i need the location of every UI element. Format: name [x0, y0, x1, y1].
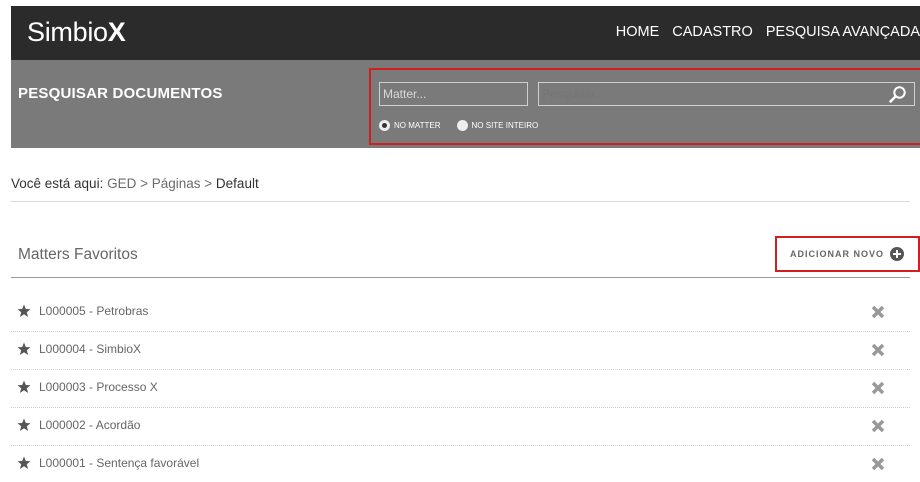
list-item[interactable]: L000004 - SimbioX — [11, 332, 910, 370]
divider — [11, 201, 910, 202]
query-field — [538, 82, 915, 106]
breadcrumb-path[interactable]: GED > Páginas > — [107, 176, 212, 191]
search-icon[interactable] — [888, 85, 908, 105]
list-item-label[interactable]: L000002 - Acordão — [39, 418, 140, 432]
section-divider — [11, 277, 910, 278]
plus-circle-icon — [890, 247, 905, 261]
star-icon — [17, 342, 31, 356]
radio-selected-icon — [379, 120, 390, 131]
add-new-button[interactable]: ADICIONAR NOVO — [775, 236, 920, 272]
close-icon[interactable] — [871, 419, 885, 433]
simbiox-logo[interactable]: SimbioX — [27, 17, 126, 48]
list-item[interactable]: L000002 - Acordão — [11, 408, 910, 446]
search-input[interactable] — [539, 83, 879, 105]
search-box-highlight: NO MATTER NO SITE INTEIRO — [369, 68, 920, 145]
search-band: PESQUISAR DOCUMENTOS NO MATTER NO SITE I… — [11, 60, 920, 148]
list-item[interactable]: L000001 - Sentença favorável — [11, 446, 910, 482]
favorites-list: L000005 - Petrobras L000004 - SimbioX L0… — [11, 294, 910, 482]
close-icon[interactable] — [871, 457, 885, 471]
breadcrumb-prefix: Você está aqui: — [11, 176, 104, 191]
breadcrumb: Você está aqui: GED > Páginas > Default — [11, 176, 259, 191]
nav-home[interactable]: HOME — [616, 24, 660, 40]
star-icon — [17, 304, 31, 318]
favorites-title: Matters Favoritos — [18, 246, 138, 263]
close-icon[interactable] — [871, 343, 885, 357]
star-icon — [17, 380, 31, 394]
search-scope: NO MATTER NO SITE INTEIRO — [379, 120, 554, 131]
add-new-label: ADICIONAR NOVO — [790, 249, 885, 259]
star-icon — [17, 418, 31, 432]
radio-no-matter[interactable]: NO MATTER — [379, 120, 441, 131]
star-icon — [17, 456, 31, 470]
close-icon[interactable] — [871, 381, 885, 395]
list-item-label[interactable]: L000005 - Petrobras — [39, 304, 148, 318]
search-title: PESQUISAR DOCUMENTOS — [18, 85, 223, 102]
list-item-label[interactable]: L000003 - Processo X — [39, 380, 158, 394]
nav-pesquisa-avancada[interactable]: PESQUISA AVANÇADA — [766, 24, 920, 40]
top-header: SimbioX HOME CADASTRO PESQUISA AVANÇADA — [11, 6, 920, 60]
list-item[interactable]: L000005 - Petrobras — [11, 294, 910, 332]
list-item-label[interactable]: L000001 - Sentença favorável — [39, 456, 199, 470]
main-nav: HOME CADASTRO PESQUISA AVANÇADA — [603, 24, 920, 40]
matter-input[interactable] — [379, 82, 528, 106]
close-icon[interactable] — [871, 305, 885, 319]
radio-no-site-inteiro[interactable]: NO SITE INTEIRO — [456, 120, 538, 131]
list-item-label[interactable]: L000004 - SimbioX — [39, 342, 141, 356]
list-item[interactable]: L000003 - Processo X — [11, 370, 910, 408]
breadcrumb-current: Default — [215, 176, 259, 191]
radio-unselected-icon — [456, 120, 468, 131]
nav-cadastro[interactable]: CADASTRO — [672, 24, 753, 40]
